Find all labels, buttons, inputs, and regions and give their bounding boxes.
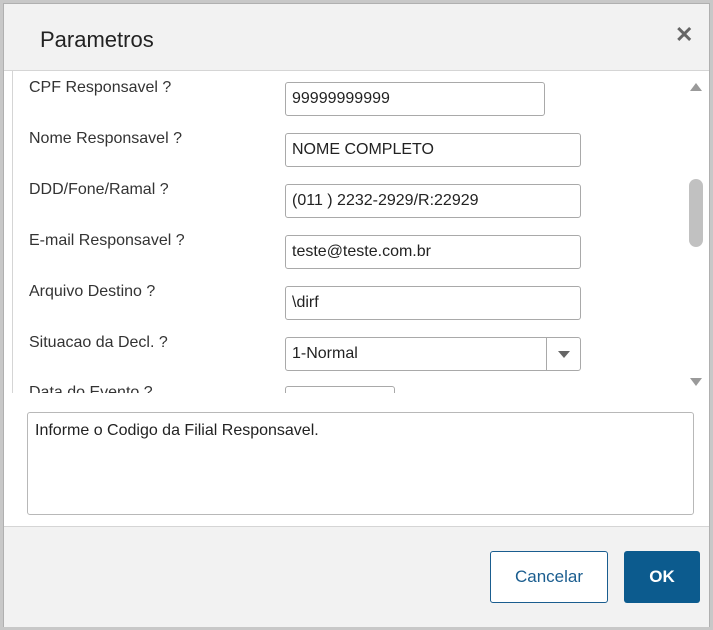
scroll-thumb[interactable] [689, 179, 703, 247]
field-row-fone: DDD/Fone/Ramal ? (011 ) 2232-2929/R:2292… [13, 181, 683, 221]
cpf-input[interactable]: 99999999999 [285, 82, 545, 116]
field-row-arquivo: Arquivo Destino ? \dirf [13, 283, 683, 323]
vertical-scrollbar[interactable] [687, 71, 703, 393]
arquivo-input[interactable]: \dirf [285, 286, 581, 320]
help-text-box: Informe o Codigo da Filial Responsavel. [27, 412, 694, 515]
field-label: CPF Responsavel ? [29, 79, 172, 96]
field-row-data-evento: Data do Evento ? [13, 384, 683, 393]
field-label: Situacao da Decl. ? [29, 334, 168, 351]
parameters-scroll-area[interactable]: CPF Responsavel ? 99999999999 Nome Respo… [12, 71, 703, 393]
ok-button[interactable]: OK [624, 551, 700, 603]
email-input[interactable]: teste@teste.com.br [285, 235, 581, 269]
situacao-select[interactable]: 1-Normal [285, 337, 581, 371]
situacao-selected-value: 1-Normal [292, 345, 358, 362]
scroll-down-icon[interactable] [690, 378, 702, 386]
dialog-header: Parametros ✕ [4, 4, 709, 71]
field-label: DDD/Fone/Ramal ? [29, 181, 169, 198]
field-label: Nome Responsavel ? [29, 130, 182, 147]
field-row-nome: Nome Responsavel ? NOME COMPLETO [13, 130, 683, 170]
cancel-button[interactable]: Cancelar [490, 551, 608, 603]
scroll-up-icon[interactable] [690, 83, 702, 91]
field-row-cpf: CPF Responsavel ? 99999999999 [13, 79, 683, 119]
dialog-footer: Cancelar OK [4, 526, 709, 627]
field-label: E-mail Responsavel ? [29, 232, 185, 249]
nome-input[interactable]: NOME COMPLETO [285, 133, 581, 167]
fone-input[interactable]: (011 ) 2232-2929/R:22929 [285, 184, 581, 218]
field-row-situacao: Situacao da Decl. ? 1-Normal [13, 334, 683, 374]
chevron-down-icon[interactable] [546, 338, 580, 370]
field-label: Data do Evento ? [29, 384, 153, 393]
field-label: Arquivo Destino ? [29, 283, 156, 300]
close-icon[interactable]: ✕ [675, 24, 693, 46]
parametros-dialog: Parametros ✕ CPF Responsavel ? 999999999… [3, 3, 710, 627]
data-evento-input[interactable] [285, 386, 395, 393]
dialog-title: Parametros [40, 27, 154, 52]
field-row-email: E-mail Responsavel ? teste@teste.com.br [13, 232, 683, 272]
